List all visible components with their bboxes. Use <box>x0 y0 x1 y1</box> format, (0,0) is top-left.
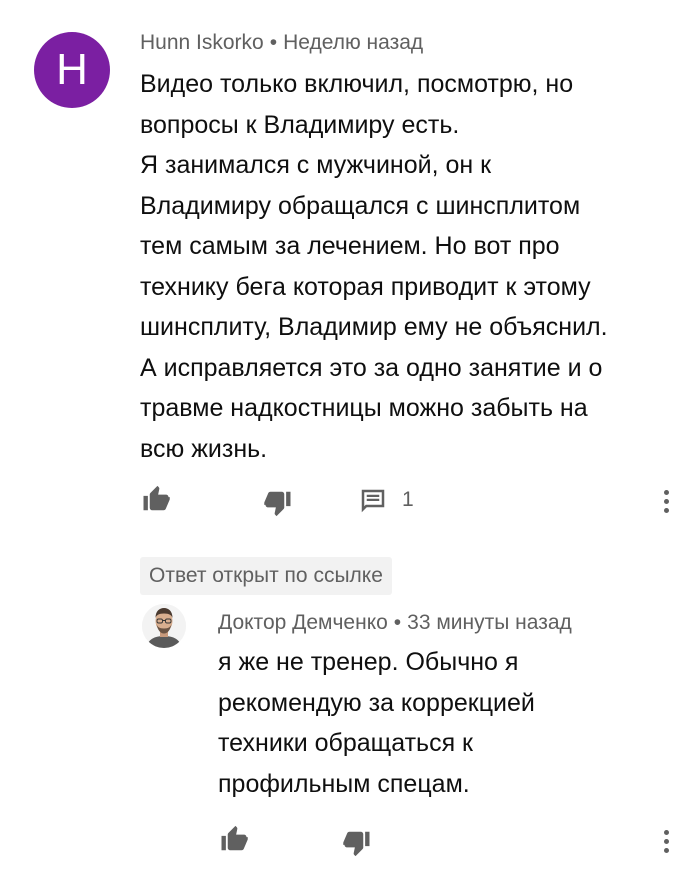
comment-meta: Hunn Iskorko • Неделю назад <box>140 31 423 55</box>
reply-time: 33 минуты назад <box>407 611 572 634</box>
thumbs-up-icon <box>143 485 170 511</box>
reply-text: я же не тренер. Обычно я рекомендую за к… <box>218 648 535 798</box>
thumbs-up-icon <box>221 825 248 851</box>
reply-dislike-button[interactable] <box>341 828 373 858</box>
person-photo-icon <box>142 604 186 648</box>
like-button[interactable] <box>140 484 172 514</box>
reply-author[interactable]: Доктор Демченко <box>218 611 388 634</box>
dislike-button[interactable] <box>262 488 294 518</box>
reply-avatar[interactable] <box>142 604 186 648</box>
thumbs-down-icon <box>264 491 291 517</box>
reply-like-button[interactable] <box>218 824 250 854</box>
comment-icon <box>361 489 385 513</box>
reply-count[interactable]: 1 <box>402 488 414 512</box>
meta-separator: • <box>393 611 402 634</box>
reply-button[interactable] <box>358 486 388 516</box>
comment-time: Неделю назад <box>283 31 424 54</box>
thumbs-down-icon <box>343 831 370 857</box>
avatar[interactable]: H <box>34 32 110 108</box>
reply-meta: Доктор Демченко • 33 минуты назад <box>218 611 572 635</box>
comment-text: Видео только включил, посмотрю, но вопро… <box>140 70 608 463</box>
meta-separator: • <box>269 31 278 54</box>
reply-menu-button[interactable] <box>656 826 676 862</box>
more-vertical-icon <box>663 490 669 495</box>
highlighted-reply-badge: Ответ открыт по ссылке <box>140 557 392 595</box>
comment-author[interactable]: Hunn Iskorko <box>140 31 264 54</box>
more-vertical-icon <box>663 830 669 835</box>
comment-menu-button[interactable] <box>656 486 676 522</box>
